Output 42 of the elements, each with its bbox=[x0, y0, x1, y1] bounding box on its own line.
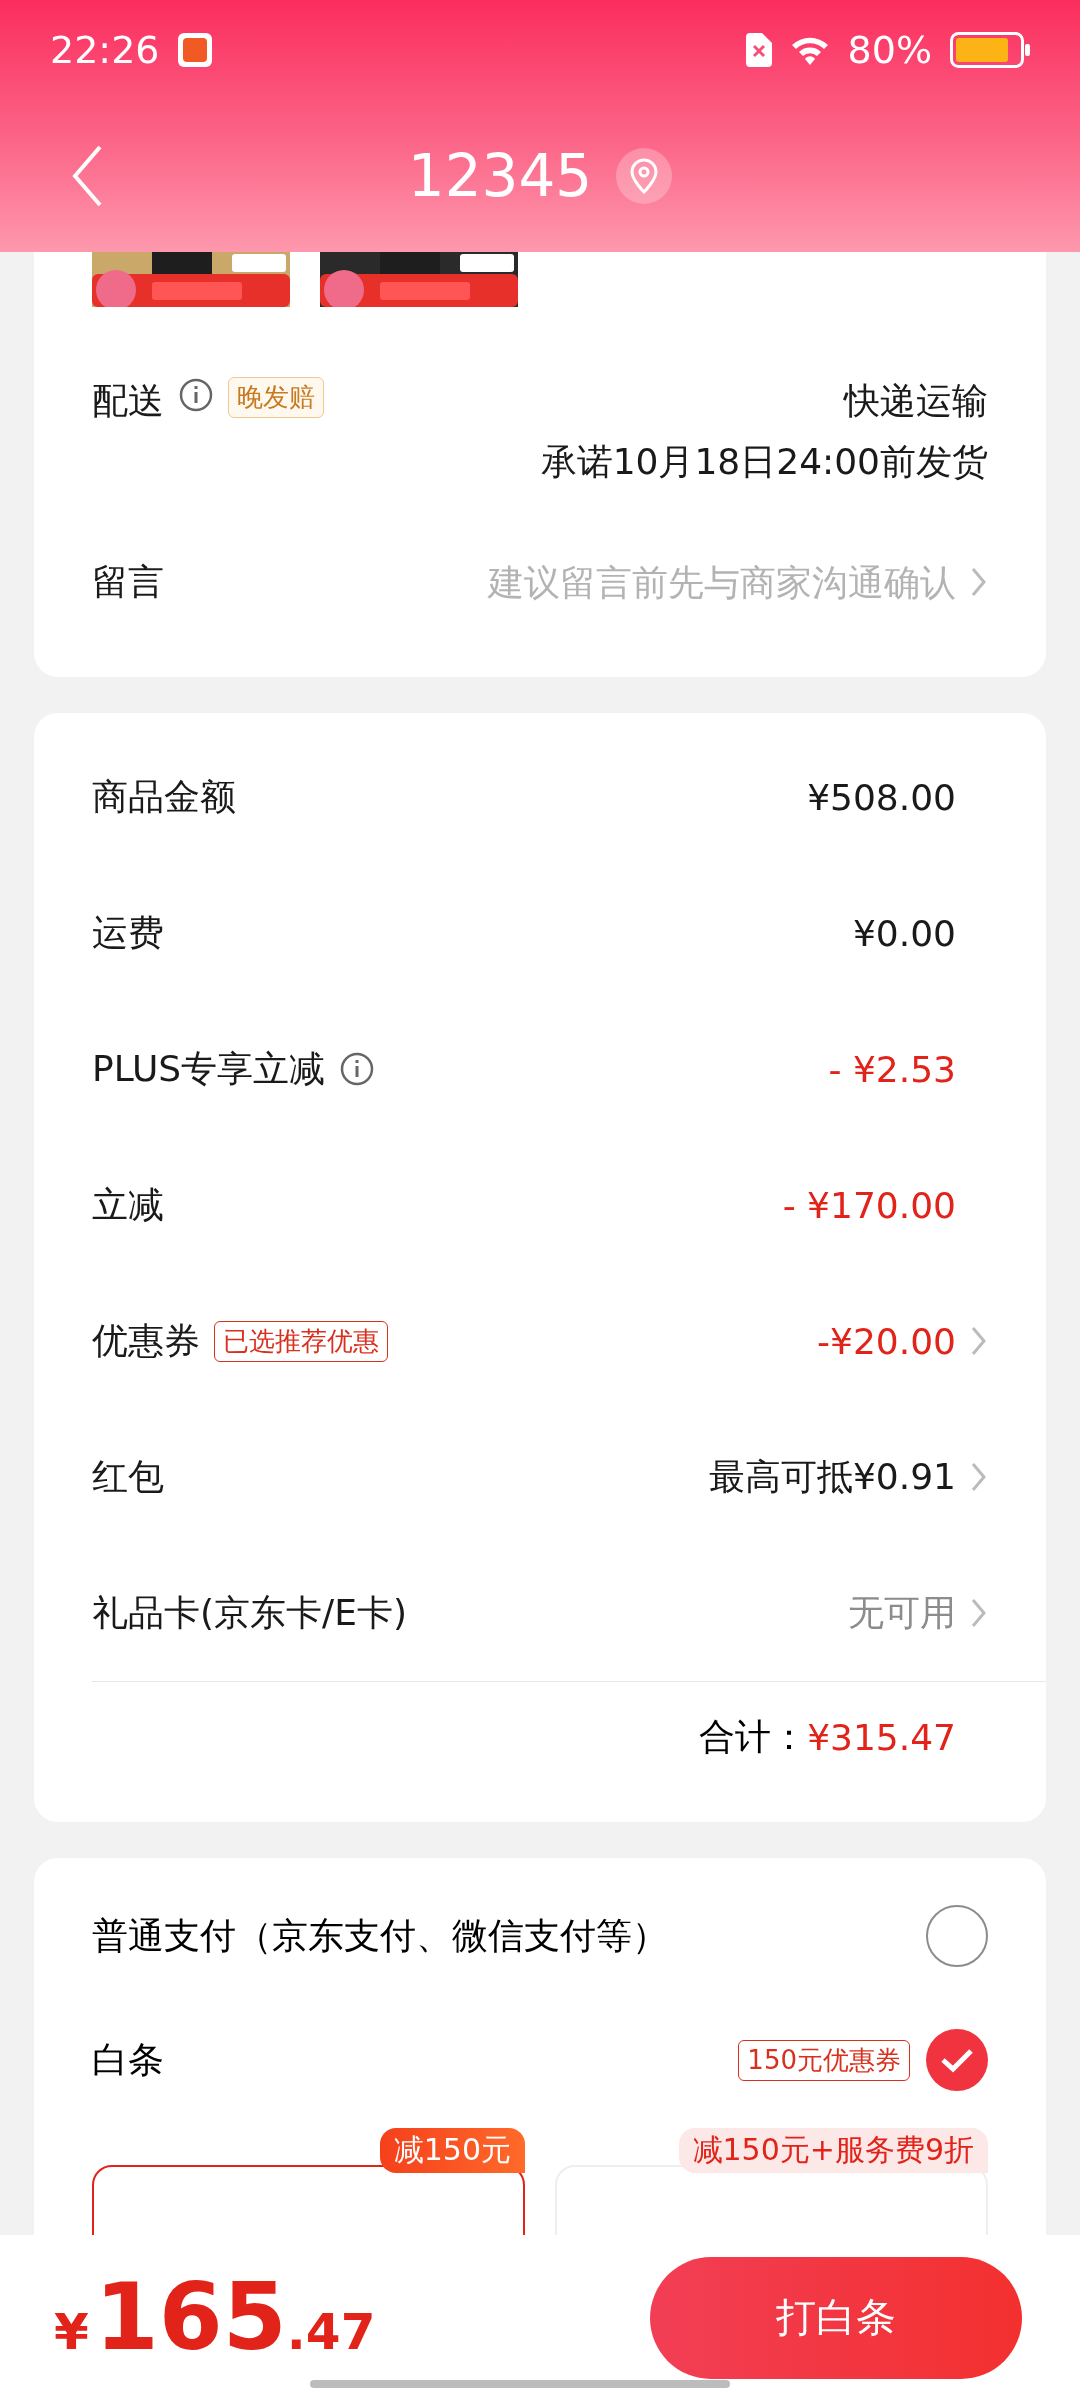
fee-label: 商品金额 bbox=[92, 774, 236, 819]
delivery-method: 快递运输 bbox=[844, 379, 988, 423]
fee-label: 优惠券 bbox=[92, 1318, 200, 1363]
battery-icon bbox=[950, 32, 1030, 68]
checkmark-icon bbox=[940, 2047, 974, 2073]
fee-value: ¥508.00 bbox=[807, 776, 956, 818]
plan-badge: 减150元+服务费9折 bbox=[678, 2128, 988, 2173]
info-icon[interactable] bbox=[339, 1051, 376, 1087]
fee-value: - ¥170.00 bbox=[782, 1184, 956, 1226]
fee-value: -¥20.00 bbox=[817, 1320, 956, 1362]
fee-value: 无可用 bbox=[848, 1590, 956, 1635]
plan-badge: 减150元 bbox=[379, 2128, 525, 2173]
status-time: 22:26 bbox=[50, 28, 160, 72]
battery-percent: 80% bbox=[847, 28, 932, 72]
payment-option-label: 白条 bbox=[92, 2037, 164, 2082]
pay-button[interactable]: 打白条 bbox=[650, 2256, 1022, 2379]
late-compensation-tag: 晚发赔 bbox=[228, 377, 324, 418]
address-title: 12345 bbox=[407, 142, 593, 210]
chevron-right-icon bbox=[970, 566, 988, 598]
fee-label: PLUS专享立减 bbox=[92, 1046, 326, 1091]
coupon-tag: 150元优惠券 bbox=[738, 2039, 910, 2081]
delivery-label: 配送 bbox=[92, 379, 164, 423]
fee-value: - ¥2.53 bbox=[828, 1048, 956, 1090]
sim-card-icon bbox=[745, 33, 772, 67]
fee-label: 礼品卡(京东卡/E卡) bbox=[92, 1590, 407, 1635]
total-value: ¥315.47 bbox=[807, 1716, 956, 1758]
message-label: 留言 bbox=[92, 559, 164, 604]
delivery-promise: 承诺10月18日24:00前发货 bbox=[540, 440, 988, 484]
fee-label: 运费 bbox=[92, 910, 164, 955]
coupon-tag: 已选推荐优惠 bbox=[214, 1320, 388, 1362]
message-field[interactable]: 建议留言前先与商家沟通确认 bbox=[178, 561, 956, 603]
back-icon[interactable] bbox=[70, 144, 104, 208]
location-pin-icon bbox=[629, 158, 660, 194]
fee-value: 最高可抵¥0.91 bbox=[708, 1454, 956, 1499]
payment-option-label: 普通支付（京东支付、微信支付等） bbox=[92, 1913, 668, 1958]
fee-label: 红包 bbox=[92, 1454, 164, 1499]
fee-value: ¥0.00 bbox=[852, 912, 956, 954]
total-label: 合计： bbox=[699, 1714, 808, 1759]
app-notification-icon bbox=[177, 33, 212, 67]
total-price: ¥165.47 bbox=[54, 2264, 376, 2371]
fee-label: 立减 bbox=[92, 1182, 164, 1227]
info-icon[interactable] bbox=[178, 377, 214, 413]
